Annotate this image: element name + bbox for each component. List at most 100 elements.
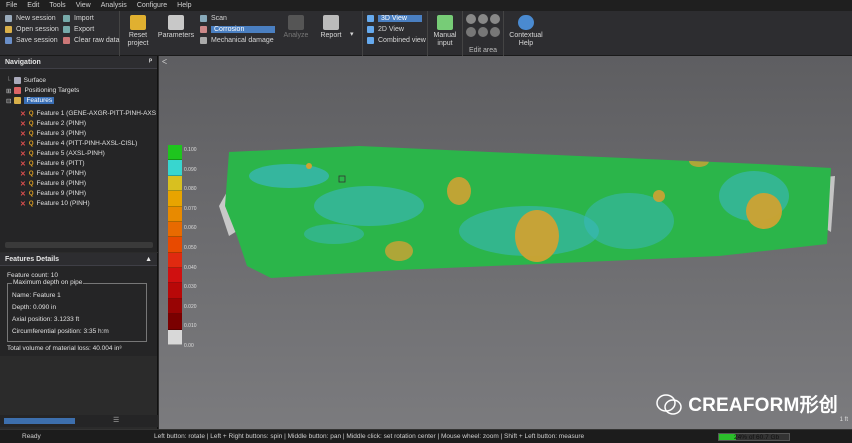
scale-tick-label: 0.040 <box>184 264 197 271</box>
combined-view-button[interactable]: Combined view <box>367 35 426 45</box>
feature-item[interactable]: ✕ Q Feature 2 (PINH) <box>20 119 86 128</box>
watermark-text: CREAFORM形创 <box>688 395 838 416</box>
tree-item-surface[interactable]: └ Surface <box>6 76 46 85</box>
feature-type-icon: Q <box>28 110 34 117</box>
export-button[interactable]: Export <box>63 24 94 34</box>
expand-plus-icon[interactable]: ⊞ <box>6 87 11 95</box>
edit-area-label: Edit area <box>469 47 498 54</box>
feature-item[interactable]: ✕ Q Feature 5 (AXSL-PINH) <box>20 149 105 158</box>
clear-icon <box>63 36 70 44</box>
scale-tick-label: 0.080 <box>184 186 197 193</box>
corrosion-mode-button[interactable]: Corrosion <box>200 24 275 34</box>
help-icon <box>518 15 534 30</box>
new-session-button[interactable]: New session <box>5 13 56 23</box>
import-button[interactable]: Import <box>63 13 94 23</box>
menu-view[interactable]: View <box>76 2 91 9</box>
scale-tick-label: 0.030 <box>184 284 197 291</box>
feature-item[interactable]: ✕ Q Feature 8 (PINH) <box>20 179 86 188</box>
contextual-help-button[interactable]: Contextual Help <box>508 15 544 48</box>
feature-x-icon: ✕ <box>20 110 26 118</box>
2d-view-button[interactable]: 2D View <box>367 24 404 34</box>
feature-type-icon: Q <box>28 140 34 147</box>
scale-color-cell <box>168 268 182 284</box>
scale-color-cell <box>168 329 182 345</box>
scale-tick-label: 0.010 <box>184 323 197 330</box>
scan-mode-button[interactable]: Scan <box>200 13 227 23</box>
menu-help[interactable]: Help <box>177 2 191 9</box>
clear-raw-data-button[interactable]: Clear raw data <box>63 35 120 45</box>
report-button[interactable]: Report <box>316 15 346 40</box>
edit-area-tool-2-icon[interactable] <box>478 14 488 24</box>
scale-color-cell <box>168 175 182 192</box>
mechanical-damage-button[interactable]: Mechanical damage <box>200 35 274 45</box>
feature-item[interactable]: ✕ Q Feature 4 (PITT-PINH-AXSL-CISL) <box>20 139 137 148</box>
scale-color-cell <box>168 145 182 161</box>
status-ready: Ready <box>22 433 41 440</box>
scale-color-cell <box>168 206 182 222</box>
feature-item[interactable]: ✕ Q Feature 3 (PINH) <box>20 129 86 138</box>
parameters-button[interactable]: Parameters <box>158 15 194 40</box>
collapse-minus-icon[interactable]: ⊟ <box>6 97 11 105</box>
menu-tools[interactable]: Tools <box>49 2 65 9</box>
report-dropdown-arrow[interactable]: ▾ <box>350 29 354 39</box>
edit-area-tool-4-icon[interactable] <box>466 27 476 37</box>
edit-area-tool-6-icon[interactable] <box>490 27 500 37</box>
reset-project-label: Reset project <box>127 32 149 47</box>
tree-item-features[interactable]: ⊟ Features <box>6 96 55 105</box>
scale-color-cell <box>168 252 182 268</box>
features-details-title: Features Details <box>5 255 60 263</box>
feature-item[interactable]: ✕ Q Feature 9 (PINH) <box>20 189 86 198</box>
feature-item[interactable]: ✕ Q Feature 6 (PITT) <box>20 159 85 168</box>
save-session-button[interactable]: Save session <box>5 35 58 45</box>
feature-x-icon: ✕ <box>20 180 26 188</box>
max-depth-box: Maximum depth on pipe Name: Feature 1 De… <box>7 279 147 342</box>
feature-x-icon: ✕ <box>20 160 26 168</box>
edit-area-tool-3-icon[interactable] <box>490 14 500 24</box>
3d-view-button[interactable]: 3D View <box>367 13 422 23</box>
edit-area-tool-1-icon[interactable] <box>466 14 476 24</box>
3d-viewport[interactable]: ᐸ 0.100 0.090 0.080 0.070 0.060 0.050 0.… <box>159 56 852 429</box>
edit-area-tool-5-icon[interactable] <box>478 27 488 37</box>
save-icon <box>5 36 12 44</box>
surface-icon <box>13 77 21 84</box>
scale-tick-label: 0.060 <box>184 225 197 232</box>
pipe-surface <box>225 146 831 278</box>
feature-item[interactable]: ✕ Q Feature 7 (PINH) <box>20 169 86 178</box>
reset-project-button[interactable]: Reset project <box>125 15 151 48</box>
menu-file[interactable]: File <box>6 2 17 9</box>
tree-item-positioning-targets[interactable]: ⊞ Positioning Targets <box>6 86 79 95</box>
app-window: File Edit Tools View Analysis Configure … <box>0 0 852 443</box>
target-icon <box>14 87 22 94</box>
navigation-title: Navigation <box>5 58 41 66</box>
tree-branch-icon: └ <box>6 77 11 84</box>
3d-view-icon <box>367 14 374 22</box>
list-icon[interactable]: ☰ <box>113 416 119 424</box>
scale-tick-label: 0.050 <box>184 245 197 251</box>
folder-icon <box>5 25 12 33</box>
watermark: CREAFORM形创 <box>656 390 838 417</box>
left-bottom-bar: ☰ <box>0 415 158 427</box>
menu-analysis[interactable]: Analysis <box>101 2 127 9</box>
depth-color-scale <box>168 145 182 345</box>
menu-edit[interactable]: Edit <box>27 2 39 9</box>
menu-configure[interactable]: Configure <box>137 2 167 9</box>
feature-x-icon: ✕ <box>20 170 26 178</box>
feature-x-icon: ✕ <box>20 140 26 148</box>
collapse-icon[interactable]: ▲ <box>145 256 152 263</box>
2d-view-icon <box>367 25 374 33</box>
combined-view-icon <box>367 36 374 44</box>
features-details-panel: Features Details ▲ Feature count: 10 Max… <box>0 253 158 356</box>
open-session-button[interactable]: Open session <box>5 24 59 34</box>
nav-horizontal-scrollbar[interactable] <box>5 242 153 248</box>
feature-x-icon: ✕ <box>20 200 26 208</box>
analyze-button[interactable]: Analyze <box>280 15 312 40</box>
max-depth-box-title: Maximum depth on pipe <box>12 279 84 286</box>
pin-icon[interactable]: ᴾ <box>149 59 152 66</box>
manual-input-button[interactable]: Manual input <box>430 15 460 48</box>
scale-color-cell <box>168 191 182 207</box>
status-bar: Ready Left button: rotate | Left + Right… <box>0 429 852 443</box>
total-volume-loss: Total volume of material loss: 40.004 in… <box>7 345 122 352</box>
feature-item[interactable]: ✕ Q Feature 1 (GENE-AXGR-PITT-PINH-AXS <box>20 109 156 118</box>
feature-item[interactable]: ✕ Q Feature 10 (PINH) <box>20 199 90 208</box>
pipe-scan-render <box>219 146 835 278</box>
